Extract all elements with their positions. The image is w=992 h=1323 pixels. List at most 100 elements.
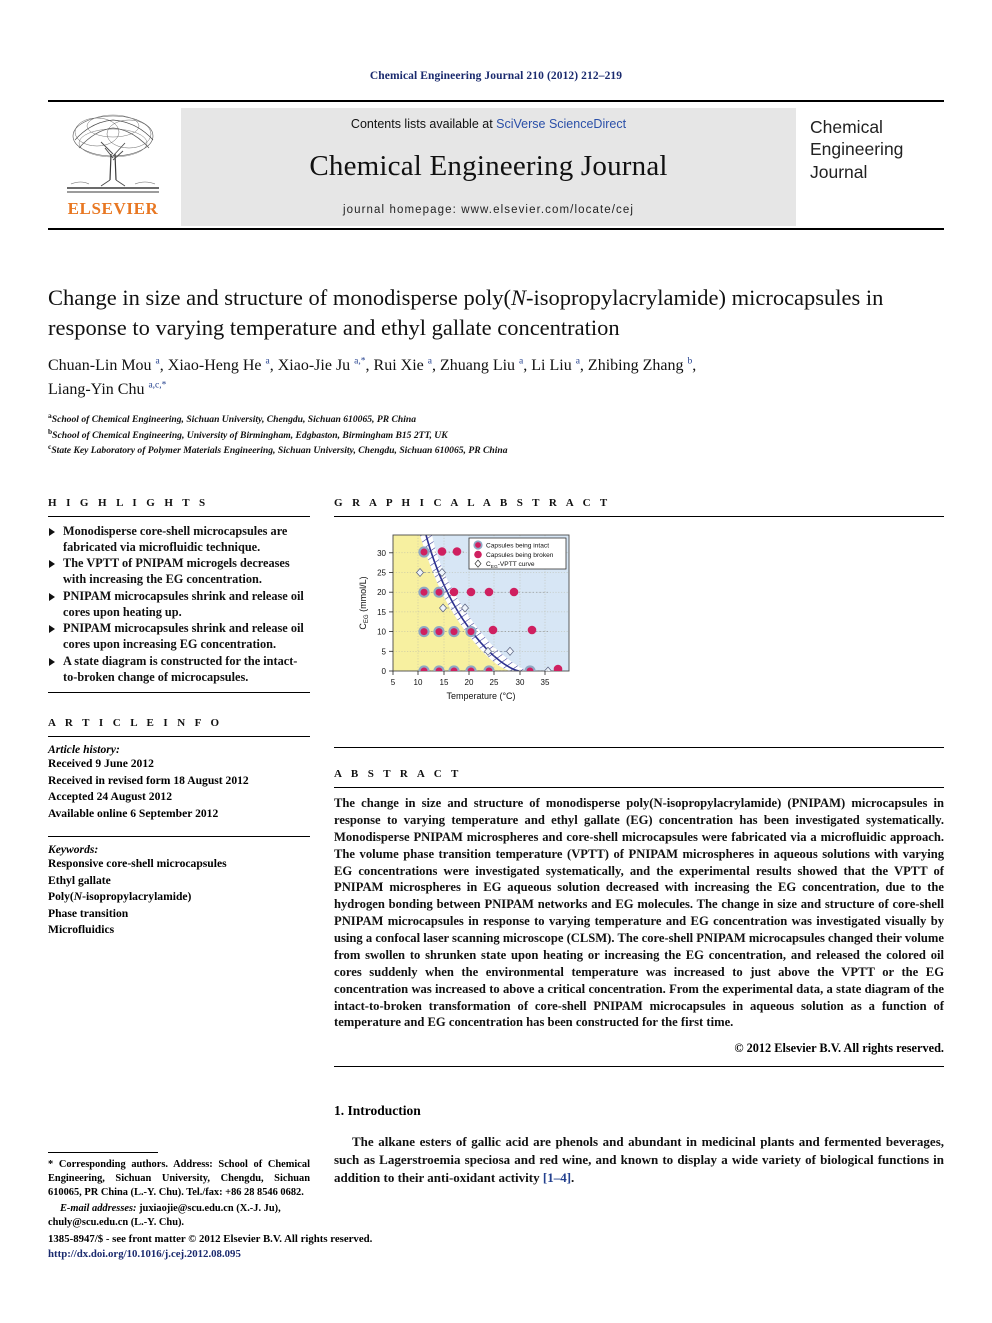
introduction-heading: 1. Introduction: [334, 1103, 421, 1119]
affil-text-b: School of Chemical Engineering, Universi…: [52, 429, 448, 441]
svg-text:0: 0: [382, 667, 387, 676]
cover-line-3: Journal: [810, 161, 868, 182]
highlight-text: PNIPAM microcapsules shrink and release …: [63, 621, 304, 652]
svg-text:20: 20: [377, 588, 386, 597]
elsevier-tree-icon: [67, 114, 159, 193]
highlight-item: Monodisperse core-shell microcapsules ar…: [48, 524, 310, 555]
email-owner-ju: (X.-J. Ju),: [236, 1203, 281, 1215]
email-owner-chu: (L.-Y. Chu).: [130, 1217, 185, 1229]
history-online: Available online 6 September 2012: [48, 806, 219, 820]
highlight-text: A state diagram is constructed for the i…: [63, 653, 298, 684]
author-list: Chuan-Lin Mou a, Xiao-Heng He a, Xiao-Ji…: [48, 357, 697, 398]
state-diagram-chart: 5 10 15 20 25 30 35 0 5 10 15 20 25 30 T…: [352, 525, 598, 735]
keyword-item: Responsive core-shell microcapsules: [48, 857, 227, 871]
contents-available-line: Contents lists available at SciVerse Sci…: [351, 117, 626, 131]
elsevier-logo: ELSEVIER: [54, 110, 172, 224]
keyword-item: Ethyl gallate: [48, 873, 111, 887]
history-received: Received 9 June 2012: [48, 757, 154, 771]
page-title: Change in size and structure of monodisp…: [48, 283, 944, 342]
journal-homepage[interactable]: journal homepage: www.elsevier.com/locat…: [343, 204, 634, 216]
affiliation-b: bSchool of Chemical Engineering, Univers…: [48, 427, 944, 443]
title-block: Change in size and structure of monodisp…: [48, 283, 944, 458]
svg-text:25: 25: [490, 678, 499, 687]
keywords-label: Keywords:: [48, 843, 99, 857]
running-head: Chemical Engineering Journal 210 (2012) …: [369, 70, 623, 82]
author-affil-marker: b: [687, 357, 693, 368]
cover-line-2: Engineering: [810, 139, 904, 160]
x-tick-labels: 5 10 15 20 25 30 35: [391, 678, 550, 687]
svg-text:10: 10: [377, 628, 386, 637]
triangle-bullet-icon: [49, 592, 55, 601]
legend-label-broken: Capsules being broken: [486, 552, 554, 559]
affil-text-a: School of Chemical Engineering, Sichuan …: [51, 413, 417, 425]
svg-text:5: 5: [391, 678, 396, 687]
left-column: H I G H L I G H T S Monodisperse core-sh…: [48, 497, 310, 938]
email-link-ju[interactable]: juxiaojie@scu.edu.cn: [139, 1203, 234, 1214]
abstract-heading: A B S T R A C T: [334, 768, 462, 780]
triangle-bullet-icon: [49, 625, 55, 634]
keyword-item: Phase transition: [48, 906, 129, 920]
history-accepted: Accepted 24 August 2012: [48, 790, 172, 804]
affil-text-c: State Key Laboratory of Polymer Material…: [51, 445, 508, 457]
highlight-item: PNIPAM microcapsules shrink and release …: [48, 589, 310, 620]
author-affil-marker: a,*: [354, 357, 366, 368]
legend-label-intact: Capsules being intact: [486, 543, 549, 550]
highlights-heading: H I G H L I G H T S: [48, 497, 209, 509]
highlight-text: Monodisperse core-shell microcapsules ar…: [63, 524, 288, 554]
svg-text:30: 30: [377, 549, 386, 558]
graphical-abstract-figure: 5 10 15 20 25 30 35 0 5 10 15 20 25 30 T…: [334, 517, 944, 735]
triangle-bullet-icon: [49, 657, 55, 666]
paper-page: Chemical Engineering Journal 210 (2012) …: [0, 0, 992, 1323]
author-affil-marker: a: [155, 357, 160, 368]
journal-cover-title: Chemical Engineering Journal: [810, 116, 960, 183]
svg-text:5: 5: [382, 647, 387, 656]
title-italic-N: N: [511, 285, 527, 310]
svg-text:35: 35: [541, 678, 550, 687]
journal-title: Chemical Engineering Journal: [309, 150, 668, 182]
author-affil-marker: a: [427, 357, 432, 368]
affiliation-c: cState Key Laboratory of Polymer Materia…: [48, 442, 944, 458]
history-revised: Received in revised form 18 August 2012: [48, 773, 249, 787]
y-axis-label: CEG (mmol/L): [358, 576, 370, 629]
citation-reference[interactable]: [1–4]: [543, 1170, 571, 1185]
cover-line-1: Chemical: [810, 117, 883, 137]
elsevier-wordmark: ELSEVIER: [67, 199, 159, 218]
article-info-heading: A R T I C L E I N F O: [48, 717, 223, 730]
introduction-paragraph: The alkane esters of gallic acid are phe…: [334, 1133, 944, 1186]
author-affil-marker: a: [519, 357, 524, 368]
svg-text:25: 25: [377, 569, 386, 578]
triangle-bullet-icon: [49, 560, 55, 569]
abstract-text: The change in size and structure of mono…: [334, 796, 944, 1030]
email-link-chu[interactable]: chuly@scu.edu.cn: [48, 1217, 128, 1228]
svg-text:15: 15: [377, 608, 386, 617]
keywords-block: Keywords: Responsive core-shell microcap…: [48, 837, 310, 938]
svg-text:10: 10: [414, 678, 423, 687]
title-segment-1: Change in size and structure of monodisp…: [48, 285, 512, 310]
journal-masthead: ELSEVIER Contents lists available at Sci…: [48, 100, 944, 230]
highlights-list: Monodisperse core-shell microcapsules ar…: [48, 517, 310, 692]
highlight-item: PNIPAM microcapsules shrink and release …: [48, 621, 310, 652]
svg-text:20: 20: [465, 678, 474, 687]
email-label: E-mail addresses:: [60, 1203, 137, 1215]
chart-legend: Capsules being intact Capsules being bro…: [468, 537, 567, 570]
highlight-item: The VPTT of PNIPAM microgels decreases w…: [48, 556, 310, 587]
issn-line: 1385-8947/$ - see front matter © 2012 El…: [48, 1233, 373, 1245]
author-affil-marker: a,c,*: [148, 380, 167, 391]
article-history-block: Article history: Received 9 June 2012 Re…: [48, 737, 310, 822]
affiliation-a: aSchool of Chemical Engineering, Sichuan…: [48, 411, 944, 427]
x-axis-label: Temperature (°C): [446, 691, 515, 701]
keyword-item: Poly(N-isopropylacrylamide): [48, 890, 192, 904]
contents-prefix: Contents lists available at: [350, 117, 497, 131]
doi-link[interactable]: http://dx.doi.org/10.1016/j.cej.2012.08.…: [48, 1247, 548, 1262]
affiliation-list: aSchool of Chemical Engineering, Sichuan…: [48, 411, 944, 458]
highlight-text: The VPTT of PNIPAM microgels decreases w…: [63, 556, 290, 587]
sciencedirect-link[interactable]: SciVerse ScienceDirect: [496, 117, 626, 131]
highlight-item: A state diagram is constructed for the i…: [48, 654, 310, 685]
masthead-center-panel: Contents lists available at SciVerse Sci…: [181, 108, 796, 226]
svg-text:30: 30: [516, 678, 525, 687]
introduction-tail: .: [571, 1169, 575, 1185]
footnote-rule: [48, 1152, 158, 1153]
imprint-block: 1385-8947/$ - see front matter © 2012 El…: [48, 1232, 548, 1262]
author-affil-marker: a: [265, 357, 270, 368]
article-history-label: Article history:: [48, 743, 120, 757]
